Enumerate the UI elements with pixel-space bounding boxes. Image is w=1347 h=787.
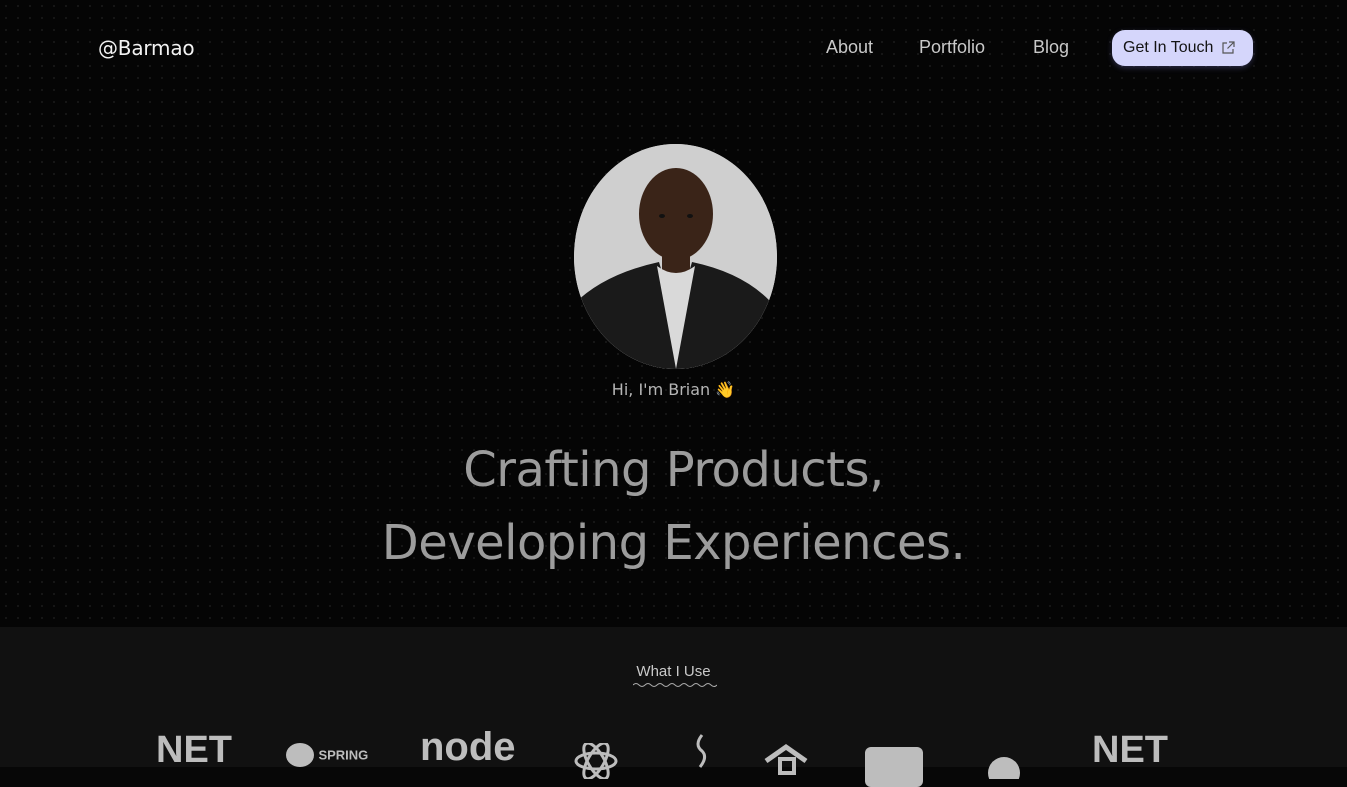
get-in-touch-label: Get In Touch [1123, 39, 1214, 56]
nav-about[interactable]: About [826, 37, 873, 58]
tech-dotnet-2: NET [1092, 729, 1168, 771]
headline-line-2: Developing Experiences. [381, 515, 966, 571]
tech-spring: SPRING [286, 743, 368, 767]
greeting-text: Hi, I'm Brian 👋 [611, 380, 736, 399]
tech-node: node [420, 725, 516, 769]
java-icon [696, 734, 707, 768]
hero-section: @Barmao About Portfolio Blog Get In Touc… [0, 0, 1347, 627]
section-title: What I Use [636, 663, 711, 680]
tools-section: What I Use NET SPRING node NET [0, 627, 1347, 787]
tech-dotnet-1: NET [156, 729, 232, 771]
nav-portfolio[interactable]: Portfolio [919, 37, 985, 58]
external-link-icon [1222, 41, 1236, 54]
tech-logos-row: NET SPRING node NET [0, 725, 1347, 787]
cube-icon [764, 743, 808, 775]
react-icon [574, 743, 618, 779]
headline-line-1: Crafting Products, [463, 442, 884, 498]
squiggle-underline [633, 683, 717, 687]
spring-label: SPRING [318, 747, 369, 763]
get-in-touch-button[interactable]: Get In Touch [1112, 30, 1253, 66]
profile-avatar [574, 144, 777, 369]
swift-icon [988, 757, 1020, 779]
box-icon [865, 747, 923, 787]
nav-blog[interactable]: Blog [1033, 37, 1069, 58]
